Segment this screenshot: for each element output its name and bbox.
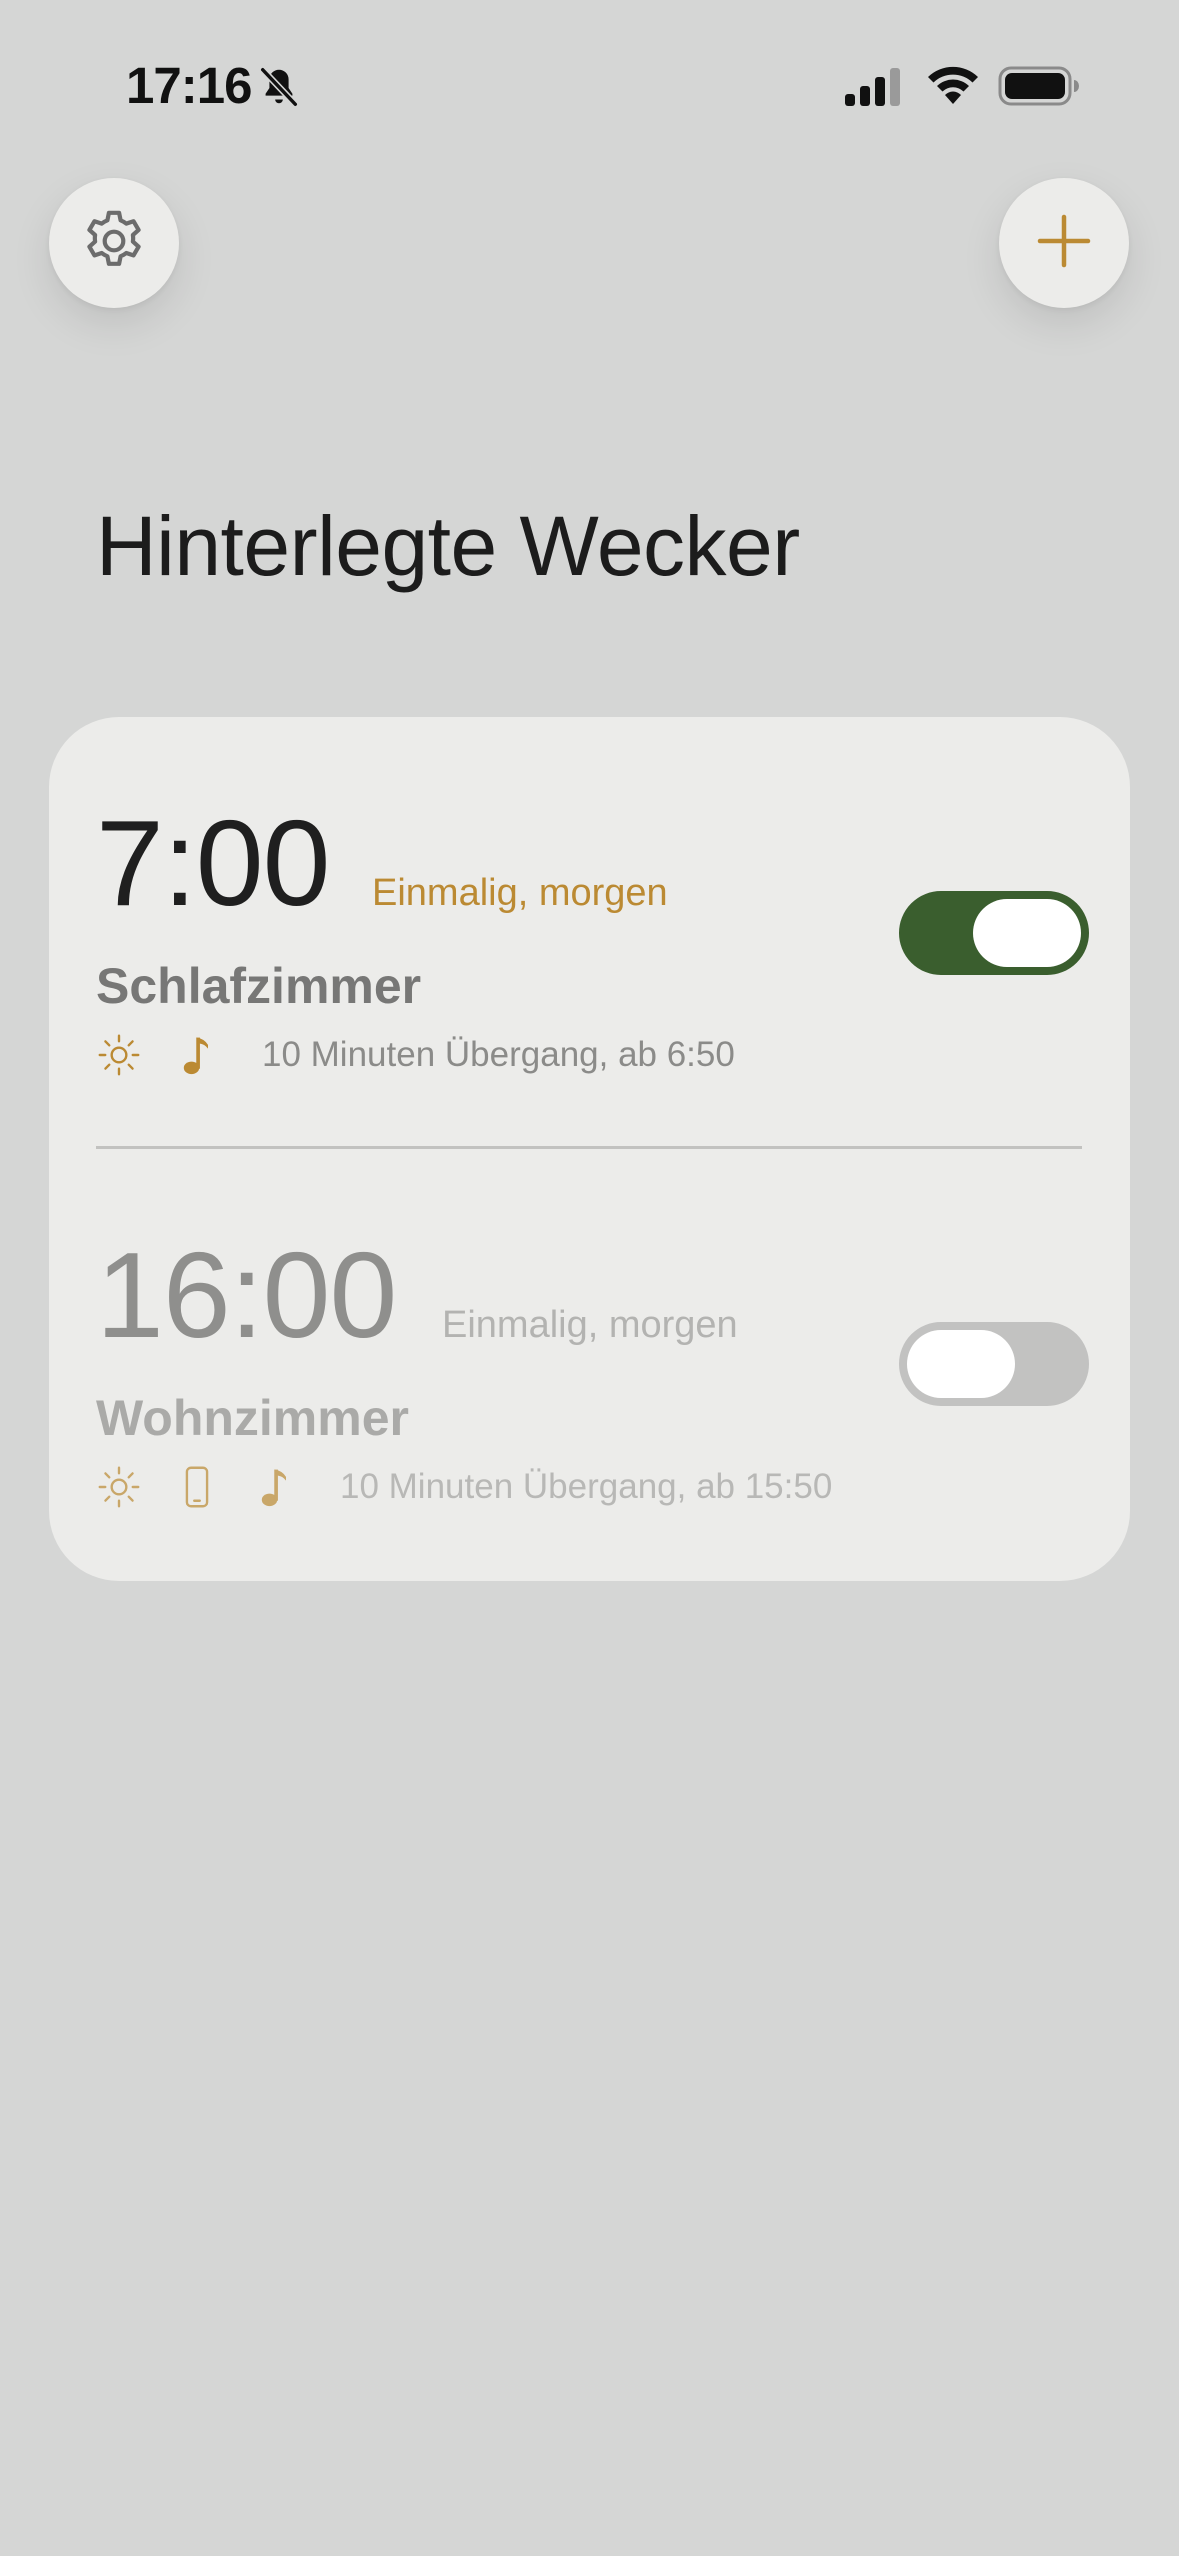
alarm-repeat-label: Einmalig, morgen	[442, 1304, 738, 1346]
alarm-time: 16:00	[96, 1227, 397, 1363]
music-note-icon	[252, 1464, 298, 1510]
alarm-room-label: Wohnzimmer	[96, 1390, 409, 1446]
alarm-repeat-label: Einmalig, morgen	[372, 872, 668, 914]
status-bar: 17:16	[0, 0, 1179, 170]
bell-slash-icon	[256, 64, 302, 110]
wifi-icon	[925, 64, 981, 108]
alarm-list-card: 7:00 Einmalig, morgen Schlafzimmer 10 Mi…	[49, 717, 1130, 1581]
sun-icon	[96, 1464, 142, 1510]
plus-icon	[1034, 211, 1094, 276]
music-note-icon	[174, 1032, 220, 1078]
sun-icon	[96, 1032, 142, 1078]
battery-icon	[998, 64, 1080, 108]
alarm-time: 7:00	[96, 795, 330, 931]
page-title: Hinterlegte Wecker	[96, 499, 800, 593]
transition-text: 10 Minuten Übergang, ab 6:50	[262, 1035, 735, 1074]
cellular-signal-icon	[843, 66, 905, 108]
alarm-toggle[interactable]	[899, 1322, 1089, 1406]
alarm-features: 10 Minuten Übergang, ab 15:50	[96, 1462, 832, 1512]
gear-icon	[78, 205, 150, 282]
alarm-features: 10 Minuten Übergang, ab 6:50	[96, 1030, 735, 1080]
alarm-room-label: Schlafzimmer	[96, 958, 422, 1014]
alarm-toggle[interactable]	[899, 891, 1089, 975]
add-alarm-button[interactable]	[999, 178, 1129, 308]
settings-button[interactable]	[49, 178, 179, 308]
toggle-knob	[907, 1330, 1015, 1398]
status-time: 17:16	[126, 57, 252, 114]
transition-text: 10 Minuten Übergang, ab 15:50	[340, 1467, 833, 1506]
alarm-item[interactable]: 7:00 Einmalig, morgen Schlafzimmer 10 Mi…	[49, 717, 1130, 1149]
alarm-item[interactable]: 16:00 Einmalig, morgen Wohnzimmer 10 Min…	[49, 1149, 1130, 1581]
phone-icon	[174, 1464, 220, 1510]
toggle-knob	[973, 899, 1081, 967]
